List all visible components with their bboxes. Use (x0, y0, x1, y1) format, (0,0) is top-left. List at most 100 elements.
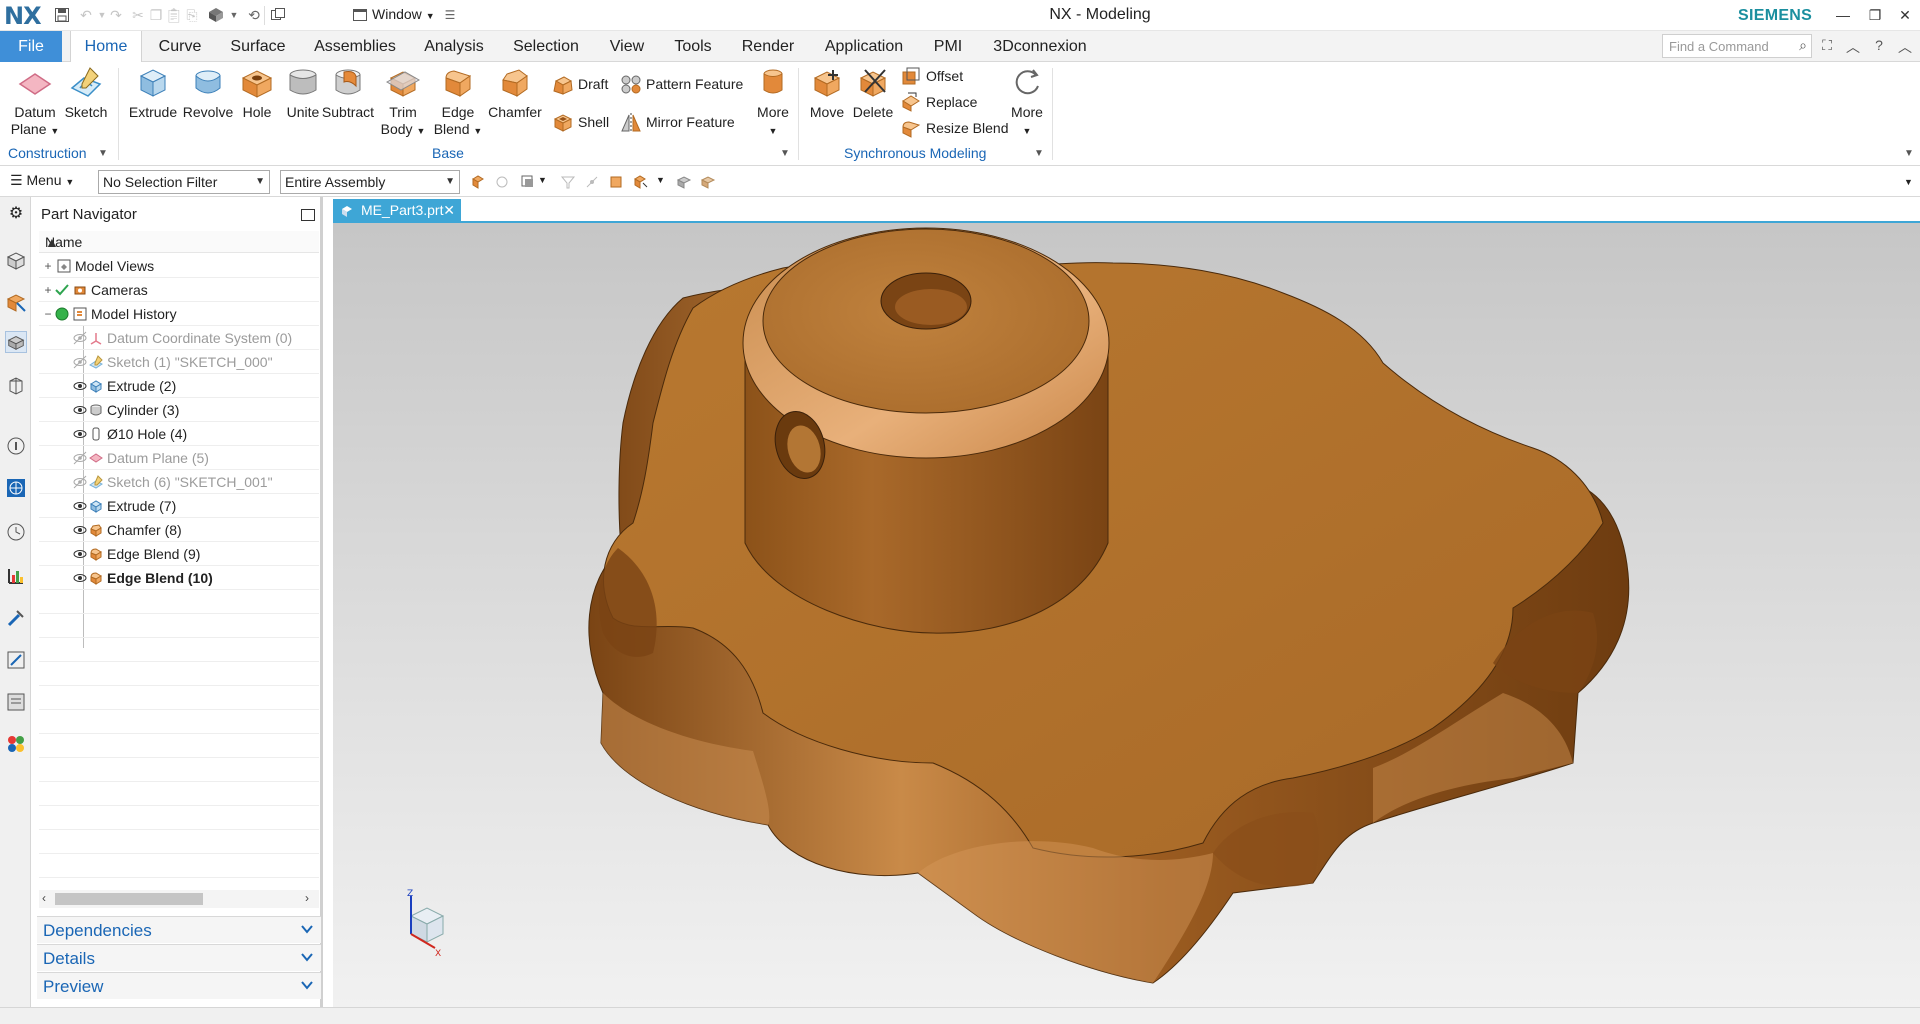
close-tab-icon[interactable]: ✕ (443, 202, 455, 219)
snap-point-icon[interactable] (584, 174, 600, 190)
select-component-icon[interactable] (676, 174, 692, 190)
repeat-command-icon[interactable]: ⟲ (244, 5, 264, 25)
ribbon-options-dropdown-icon[interactable]: ▼ (1904, 148, 1914, 159)
feature-selection-icon[interactable] (494, 174, 510, 190)
visible-eye-icon[interactable] (73, 427, 87, 441)
trim-body-button[interactable]: Trim Body ▼ (380, 66, 426, 140)
selection-scope-combo[interactable]: Entire Assembly ▼ (280, 170, 460, 194)
tab-curve[interactable]: Curve (152, 31, 208, 62)
datum-plane-button[interactable]: Datum Plane ▼ (10, 66, 60, 140)
hd3d-tools-icon[interactable] (5, 435, 27, 457)
paste-icon[interactable]: 📋︎ (164, 5, 184, 25)
tree-item-feature[interactable]: Sketch (1) "SKETCH_000" (39, 350, 319, 374)
render-style-icon[interactable] (206, 5, 226, 25)
copy-icon[interactable]: ❐ (146, 5, 166, 25)
tree-item-feature[interactable]: Datum Plane (5) (39, 446, 319, 470)
dependencies-panel[interactable]: Dependencies (37, 916, 321, 943)
chamfer-button[interactable]: Chamfer (486, 66, 544, 121)
sync-more-button[interactable]: More ▼ (1004, 66, 1050, 140)
tree-item-feature[interactable]: Datum Coordinate System (0) (39, 326, 319, 350)
tree-item-feature[interactable]: Extrude (7) (39, 494, 319, 518)
tree-item-feature[interactable]: Extrude (2) (39, 374, 319, 398)
visible-eye-icon[interactable] (73, 403, 87, 417)
resize-blend-button[interactable]: Resize Blend (900, 116, 1009, 140)
draft-button[interactable]: Draft (552, 72, 608, 96)
tab-home[interactable]: Home (70, 31, 142, 63)
tab-file[interactable]: File (0, 31, 62, 62)
extrude-button[interactable]: Extrude (126, 66, 180, 121)
hidden-eye-icon[interactable] (73, 475, 87, 489)
preview-panel[interactable]: Preview (37, 972, 321, 999)
visible-eye-icon[interactable] (73, 523, 87, 537)
tab-tools[interactable]: Tools (666, 31, 720, 62)
general-selection-icon[interactable] (470, 174, 486, 190)
tree-item-model-views[interactable]: + Model Views (39, 254, 319, 278)
minimize-icon[interactable]: — (1828, 4, 1858, 26)
filter-icon[interactable] (560, 174, 576, 190)
hidden-eye-icon[interactable] (73, 331, 87, 345)
column-header-name[interactable]: Name ▲ (39, 231, 319, 253)
tree-item-feature[interactable]: Sketch (6) "SKETCH_001" (39, 470, 319, 494)
replace-face-button[interactable]: Replace (900, 90, 977, 114)
offset-region-button[interactable]: Offset (900, 64, 963, 88)
select-face-icon[interactable] (608, 174, 624, 190)
shell-button[interactable]: Shell (552, 110, 609, 134)
assembly-navigator-icon[interactable] (5, 249, 27, 271)
window-icon[interactable] (350, 5, 370, 25)
scroll-right-icon[interactable]: › (305, 891, 309, 905)
tab-render[interactable]: Render (734, 31, 802, 62)
visible-eye-icon[interactable] (73, 499, 87, 513)
multi-select-dropdown-icon[interactable]: ▼ (538, 175, 547, 185)
process-studio-icon[interactable] (5, 565, 27, 587)
tree-item-current-feature[interactable]: Edge Blend (10) (39, 566, 319, 590)
part-navigator-icon[interactable] (5, 331, 27, 353)
expand-icon[interactable]: + (43, 284, 53, 296)
document-tab[interactable]: ME_Part3.prt ✕ (333, 199, 461, 223)
cut-icon[interactable]: ✂ (128, 5, 148, 25)
paste-special-icon[interactable]: ⎘ (182, 5, 202, 25)
horizontal-scrollbar[interactable]: ‹ › (39, 890, 319, 908)
visible-eye-icon[interactable] (73, 379, 87, 393)
subtract-button[interactable]: Subtract (318, 66, 378, 121)
edge-blend-button[interactable]: Edge Blend ▼ (430, 66, 486, 140)
tab-selection[interactable]: Selection (506, 31, 586, 62)
sketch-button[interactable]: Sketch (62, 66, 110, 121)
tab-application[interactable]: Application (816, 31, 912, 62)
collapse-ribbon-icon[interactable]: ︿ (1844, 37, 1862, 55)
collapse-icon[interactable]: − (43, 308, 53, 320)
history-icon[interactable] (5, 521, 27, 543)
hidden-eye-icon[interactable] (73, 355, 87, 369)
mirror-feature-button[interactable]: Mirror Feature (620, 110, 735, 134)
pattern-feature-button[interactable]: Pattern Feature (620, 72, 743, 96)
visible-eye-icon[interactable] (73, 547, 87, 561)
tree-item-feature[interactable]: Ø10 Hole (4) (39, 422, 319, 446)
system-scenes-icon[interactable] (5, 691, 27, 713)
restore-icon[interactable]: ❐ (1860, 4, 1890, 26)
base-more-button[interactable]: More ▼ (752, 66, 794, 140)
selection-filter-combo[interactable]: No Selection Filter ▼ (98, 170, 270, 194)
scroll-left-icon[interactable]: ‹ (42, 891, 46, 905)
expand-icon[interactable]: + (43, 260, 53, 272)
construction-group-dropdown-icon[interactable]: ▼ (98, 148, 108, 159)
select-body-dropdown-icon[interactable]: ▼ (656, 175, 665, 185)
fullscreen-icon[interactable]: ⛶ (1818, 37, 1836, 55)
redo-icon[interactable]: ↷ (106, 5, 126, 25)
system-materials-icon[interactable] (5, 733, 27, 755)
tab-3dconnexion[interactable]: 3Dconnexion (986, 31, 1094, 62)
reuse-library-icon[interactable] (5, 375, 27, 397)
hole-button[interactable]: Hole (236, 66, 278, 121)
tab-surface[interactable]: Surface (222, 31, 294, 62)
window-switch-icon[interactable] (268, 5, 288, 25)
selection-bar-options-icon[interactable]: ▼ (1904, 177, 1913, 187)
graphics-viewport[interactable]: Z X (333, 223, 1920, 1007)
tab-pmi[interactable]: PMI (924, 31, 972, 62)
knob-3d-model[interactable] (333, 223, 1920, 1007)
customize-qat-icon[interactable]: ☰ (440, 5, 460, 25)
tree-item-model-history[interactable]: − Model History (39, 302, 319, 326)
window-menu[interactable]: Window ▼ (372, 6, 435, 22)
maximize-icon[interactable] (301, 209, 315, 221)
select-body-icon[interactable] (632, 174, 648, 190)
show-hidden-icon[interactable] (700, 174, 716, 190)
tree-item-cameras[interactable]: + Cameras (39, 278, 319, 302)
render-style-dropdown-icon[interactable]: ▼ (224, 5, 244, 25)
